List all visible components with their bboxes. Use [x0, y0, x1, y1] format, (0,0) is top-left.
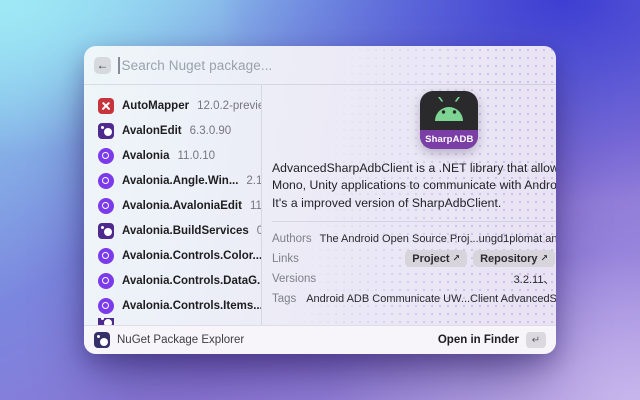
- package-icon: [98, 223, 114, 239]
- package-icon: [98, 298, 114, 314]
- package-meta: Authors The Android Open Source Proj...u…: [272, 221, 556, 309]
- package-list-item[interactable]: Avalonia.Angle.Win... 2.1.0.202...: [84, 168, 261, 193]
- external-link-arrow-icon: ↗: [453, 253, 461, 264]
- arrow-left-icon: ←: [97, 59, 109, 71]
- text-caret: [118, 57, 120, 74]
- package-version: 12.0.2-preview.0.4: [197, 100, 262, 112]
- package-name: Avalonia.Angle.Win...: [122, 175, 238, 187]
- package-name: Avalonia.AvaloniaEdit: [122, 200, 242, 212]
- links-label: Links: [272, 253, 299, 265]
- package-name: Avalonia: [122, 150, 170, 162]
- package-version: 11.0.10: [178, 150, 216, 162]
- authors-row: Authors The Android Open Source Proj...u…: [272, 229, 556, 249]
- package-list-item[interactable]: AvalonEdit 6.3.0.90: [84, 118, 261, 143]
- links-buttons: Project↗Repository↗License↗: [405, 250, 556, 267]
- package-description: AdvancedSharpAdbClient is a .NET library…: [272, 160, 556, 212]
- package-list-item[interactable]: Avalonia.AvaloniaEdit 11.0.6: [84, 193, 261, 218]
- package-list: AutoMapper 12.0.2-preview.0.4 AvalonEdit…: [84, 85, 262, 325]
- external-link-arrow-icon: ↗: [541, 253, 549, 264]
- package-name: Avalonia.Controls.Color...: [122, 250, 262, 262]
- versions-label: Versions: [272, 273, 316, 285]
- package-list-item-clipped[interactable]: [84, 318, 261, 325]
- package-icon: [98, 318, 114, 325]
- tags-label: Tags: [272, 293, 296, 305]
- package-list-item[interactable]: Avalonia.Controls.Color... 11.0.10: [84, 243, 261, 268]
- package-icon: [98, 98, 114, 114]
- package-icon: [98, 123, 114, 139]
- link-button-project[interactable]: Project ↗: [405, 250, 467, 267]
- search-bar: ← Search Nuget package...: [84, 46, 556, 85]
- window-body: AutoMapper 12.0.2-preview.0.4 AvalonEdit…: [84, 85, 556, 325]
- tags-value: Android ADB Communicate UW...Client Adva…: [306, 293, 556, 305]
- package-name: Avalonia.Controls.Items...: [122, 300, 262, 312]
- link-button-label: Repository: [480, 253, 537, 265]
- package-icon: [98, 173, 114, 189]
- footer-app-name: NuGet Package Explorer: [117, 334, 244, 346]
- package-name: Avalonia.BuildServices: [122, 225, 249, 237]
- package-icon: [98, 148, 114, 164]
- package-icon: [98, 248, 114, 264]
- app-icon-label: SharpADB: [420, 130, 478, 149]
- package-list-item[interactable]: Avalonia.Controls.Items... 11.0.10: [84, 293, 261, 318]
- package-icon: [98, 273, 114, 289]
- package-icon: [98, 198, 114, 214]
- links-row: Links Project↗Repository↗License↗: [272, 249, 556, 269]
- link-button-label: Project: [412, 253, 449, 265]
- package-list-item[interactable]: Avalonia.BuildServices 0.0.29: [84, 218, 261, 243]
- versions-row: Versions 3.2.11、 3.1.10、 3.0.9: [272, 269, 556, 289]
- back-button[interactable]: ←: [94, 57, 111, 74]
- search-input[interactable]: Search Nuget package...: [122, 58, 273, 73]
- open-in-finder-button[interactable]: Open in Finder: [438, 334, 519, 346]
- versions-value: 3.2.11、 3.1.10、 3.0.9: [514, 271, 556, 287]
- authors-label: Authors: [272, 233, 312, 245]
- footer-bar: NuGet Package Explorer Open in Finder ↵: [84, 325, 556, 354]
- sharpadb-app-icon: SharpADB: [420, 91, 478, 149]
- android-robot-icon: [431, 97, 467, 125]
- package-name: AutoMapper: [122, 100, 189, 112]
- package-name: Avalonia.Controls.DataG...: [122, 275, 262, 287]
- package-version: 11.0.6: [250, 200, 262, 212]
- return-key-icon: ↵: [526, 332, 546, 348]
- package-list-item[interactable]: Avalonia 11.0.10: [84, 143, 261, 168]
- nuget-logo-icon: [94, 332, 110, 348]
- package-detail-pane: SharpADB AdvancedSharpAdbClient is a .NE…: [262, 85, 556, 325]
- authors-value: The Android Open Source Proj...ungd1plom…: [320, 233, 556, 245]
- package-version: 2.1.0.202...: [246, 175, 262, 187]
- tags-row: Tags Android ADB Communicate UW...Client…: [272, 289, 556, 309]
- package-name: AvalonEdit: [122, 125, 182, 137]
- nuget-search-window: ← Search Nuget package... AutoMapper 12.…: [84, 46, 556, 354]
- package-list-item[interactable]: AutoMapper 12.0.2-preview.0.4: [84, 93, 261, 118]
- package-list-item[interactable]: Avalonia.Controls.DataG... 11.0.10: [84, 268, 261, 293]
- link-button-repository[interactable]: Repository ↗: [473, 250, 555, 267]
- package-version: 6.3.0.90: [190, 125, 232, 137]
